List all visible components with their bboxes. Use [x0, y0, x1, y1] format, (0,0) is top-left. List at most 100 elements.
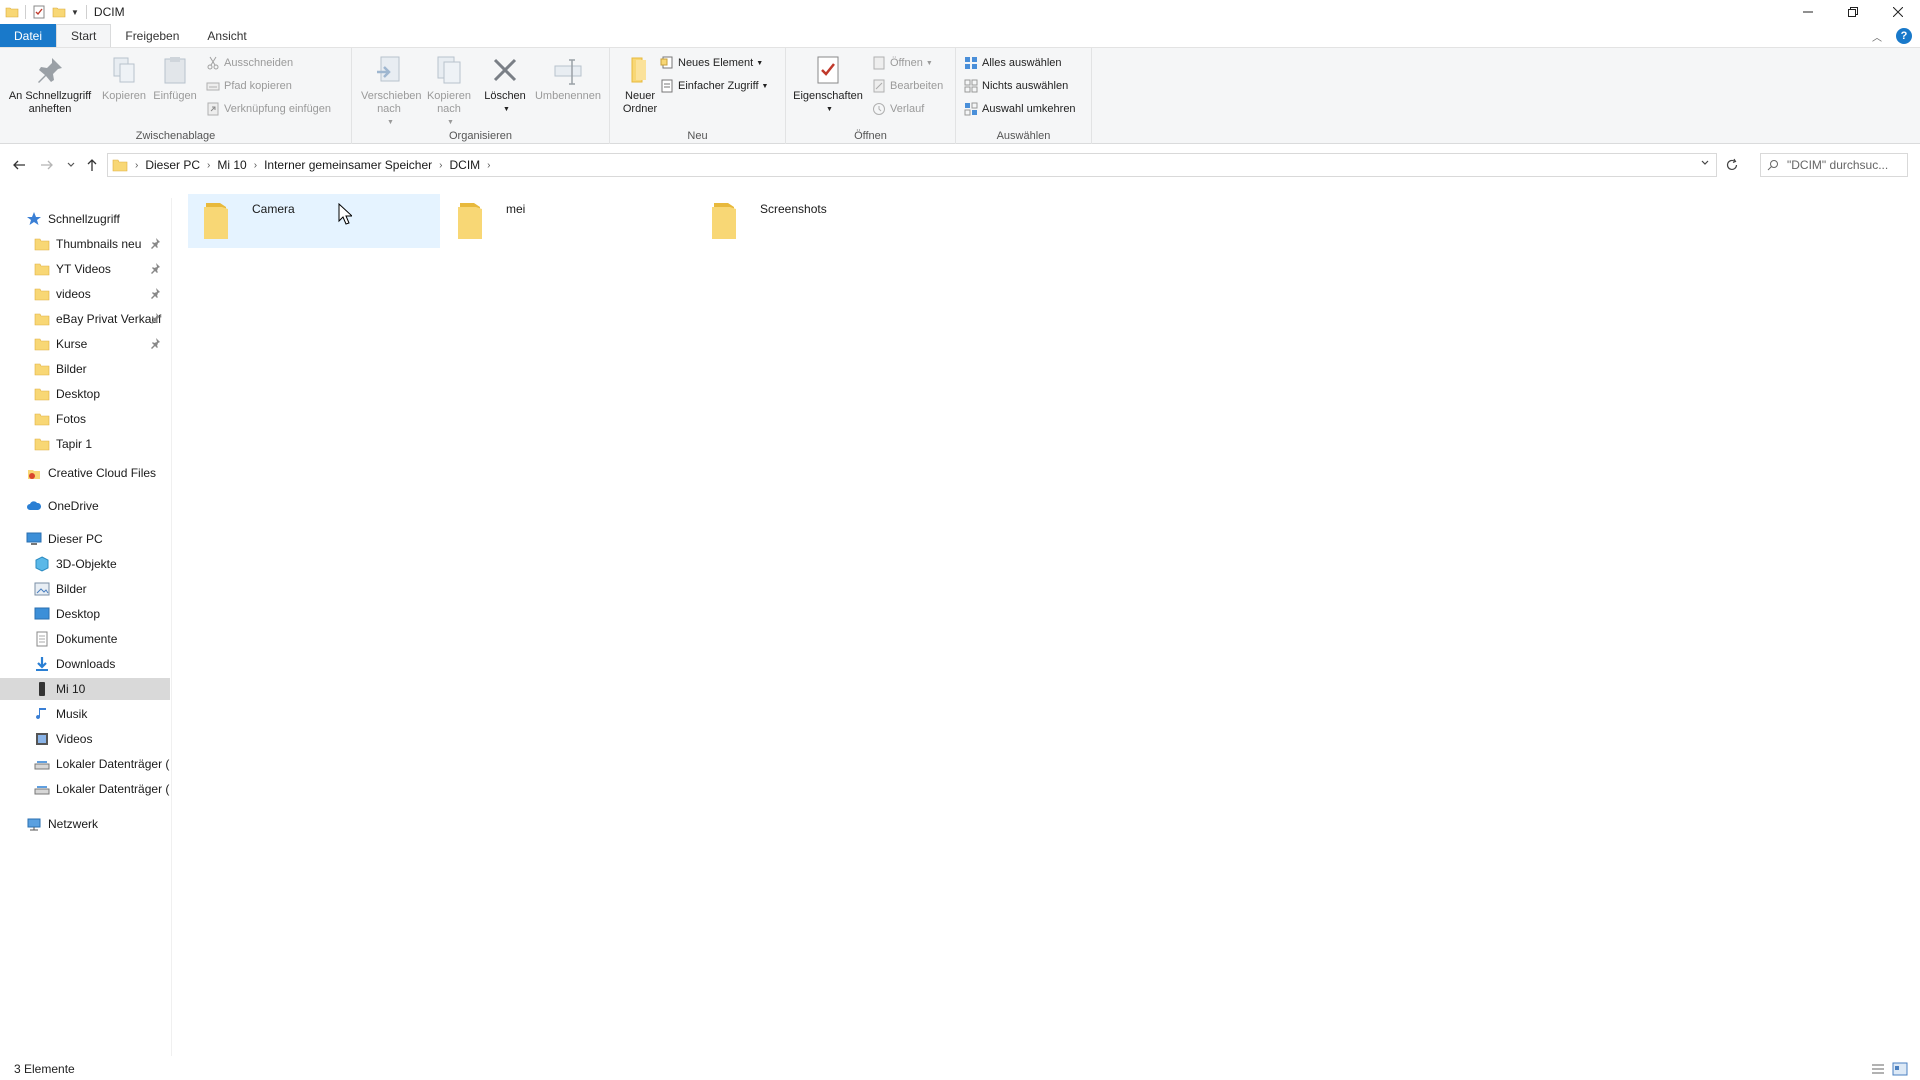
close-button[interactable]: [1875, 0, 1920, 24]
properties-button[interactable]: Eigenschaften ▼: [790, 54, 866, 116]
delete-button[interactable]: Löschen ▼: [482, 54, 528, 116]
nav-onedrive[interactable]: OneDrive: [0, 495, 170, 517]
nav-quick-item[interactable]: videos: [0, 283, 170, 305]
nav-pc-item[interactable]: 3D-Objekte: [0, 553, 170, 575]
pin-icon[interactable]: [150, 337, 162, 351]
paste-button[interactable]: Einfügen: [150, 54, 200, 103]
copy-to-button[interactable]: Kopieren nach ▼: [420, 54, 478, 129]
group-open: Eigenschaften ▼ Öffnen ▼ Bearbeiten Verl…: [786, 48, 956, 144]
move-to-button[interactable]: Verschieben nach ▼: [358, 54, 422, 129]
chevron-up-icon[interactable]: ︿: [1872, 29, 1882, 44]
nav-quick-item[interactable]: Bilder: [0, 358, 170, 380]
window-controls: [1785, 0, 1920, 24]
nav-pc-item[interactable]: Dokumente: [0, 628, 170, 650]
pin-quick-access-button[interactable]: An Schnellzugriff anheften: [6, 54, 94, 116]
history-icon: [873, 103, 885, 115]
copy-to-icon: [437, 56, 461, 84]
network-icon: [27, 818, 41, 831]
refresh-button[interactable]: [1720, 153, 1744, 177]
breadcrumb-dcim[interactable]: DCIM: [450, 158, 481, 172]
customize-toolbar-dropdown[interactable]: ▼: [71, 8, 79, 17]
nav-quick-item[interactable]: Desktop: [0, 383, 170, 405]
breadcrumb-dieser-pc[interactable]: Dieser PC: [145, 158, 200, 172]
copy-path-icon: [206, 82, 220, 91]
breadcrumb-internal-storage[interactable]: Interner gemeinsamer Speicher: [264, 158, 432, 172]
rename-button[interactable]: Umbenennen: [532, 54, 604, 103]
tab-start[interactable]: Start: [56, 24, 112, 47]
select-all-button[interactable]: Alles auswählen: [964, 54, 1062, 72]
pin-icon[interactable]: [150, 287, 162, 301]
nav-quick-item[interactable]: Kurse: [0, 333, 170, 355]
nav-pc-item[interactable]: Bilder: [0, 578, 170, 600]
cut-button[interactable]: Ausschneiden: [206, 54, 293, 72]
tab-datei[interactable]: Datei: [0, 24, 57, 47]
details-view-icon[interactable]: [1870, 1061, 1886, 1077]
nav-pc-item[interactable]: Lokaler Datenträger (C: [0, 753, 170, 775]
folder-tile-mei[interactable]: mei: [442, 194, 694, 248]
nav-quick-item[interactable]: YT Videos: [0, 258, 170, 280]
paste-shortcut-button[interactable]: Verknüpfung einfügen: [206, 100, 331, 118]
history-button[interactable]: Verlauf: [872, 100, 924, 118]
group-label-open: Öffnen: [854, 130, 887, 142]
nav-pc-item[interactable]: Lokaler Datenträger (D: [0, 778, 170, 800]
breadcrumb-separator-icon[interactable]: ›: [135, 160, 138, 171]
new-folder-icon[interactable]: [52, 5, 66, 19]
window-title: DCIM: [93, 5, 125, 19]
breadcrumb-mi-10[interactable]: Mi 10: [217, 158, 246, 172]
chevron-down-icon: [67, 162, 75, 167]
open-button[interactable]: Öffnen ▼: [872, 54, 933, 72]
arrow-up-icon: [87, 159, 97, 171]
folder-tile-screenshots[interactable]: Screenshots: [696, 194, 948, 248]
easy-access-button[interactable]: Einfacher Zugriff ▼: [660, 77, 768, 95]
toolbar-separator: [85, 5, 87, 19]
nav-quick-item[interactable]: eBay Privat Verkauf: [0, 308, 170, 330]
address-history-dropdown[interactable]: [1700, 158, 1710, 171]
tab-ansicht[interactable]: Ansicht: [193, 24, 260, 47]
breadcrumb-separator-icon[interactable]: ›: [487, 160, 490, 171]
pin-icon[interactable]: [150, 262, 162, 276]
breadcrumb-separator-icon[interactable]: ›: [439, 160, 442, 171]
nav-pc-item[interactable]: Musik: [0, 703, 170, 725]
properties-check-icon[interactable]: [32, 5, 46, 19]
nav-quick-item[interactable]: Fotos: [0, 408, 170, 430]
forward-button[interactable]: [37, 155, 57, 175]
folder-tile-camera[interactable]: Camera: [188, 194, 440, 248]
invert-selection-button[interactable]: Auswahl umkehren: [964, 100, 1076, 118]
restore-button[interactable]: [1830, 0, 1875, 24]
copy-button[interactable]: Kopieren: [100, 54, 148, 103]
group-select: Alles auswählen Nichts auswählen Auswahl…: [956, 48, 1092, 144]
help-icon[interactable]: ?: [1896, 28, 1912, 44]
pin-icon[interactable]: [150, 312, 162, 326]
pin-icon[interactable]: [150, 237, 162, 251]
breadcrumb-separator-icon[interactable]: ›: [254, 160, 257, 171]
nav-pc-item[interactable]: Desktop: [0, 603, 170, 625]
nav-pc-item[interactable]: Mi 10: [0, 678, 170, 700]
tab-freigeben[interactable]: Freigeben: [111, 24, 193, 47]
nav-quick-item[interactable]: Thumbnails neu: [0, 233, 170, 255]
edit-button[interactable]: Bearbeiten: [872, 77, 943, 95]
nav-creative-cloud[interactable]: Creative Cloud Files: [0, 462, 170, 484]
tiles-view-icon[interactable]: [1892, 1061, 1908, 1077]
nav-pc-item[interactable]: Downloads: [0, 653, 170, 675]
recent-locations-button[interactable]: [61, 155, 81, 175]
nav-pc-item[interactable]: Videos: [0, 728, 170, 750]
copy-path-button[interactable]: Pfad kopieren: [206, 77, 292, 95]
item-count: 3 Elemente: [14, 1062, 75, 1076]
new-item-button[interactable]: Neues Element ▼: [660, 54, 763, 72]
nav-network[interactable]: Netzwerk: [0, 813, 170, 835]
folder-icon: [112, 159, 128, 172]
up-button[interactable]: [82, 155, 102, 175]
new-folder-button[interactable]: Neuer Ordner: [616, 54, 664, 116]
nav-this-pc[interactable]: Dieser PC: [0, 528, 170, 550]
back-button[interactable]: [9, 155, 29, 175]
folder-icon: [34, 438, 50, 451]
address-bar[interactable]: › Dieser PC › Mi 10 › Interner gemeinsam…: [107, 153, 1717, 177]
nav-quick-item[interactable]: Tapir 1: [0, 433, 170, 455]
search-input[interactable]: "DCIM" durchsuc...: [1760, 153, 1908, 177]
minimize-button[interactable]: [1785, 0, 1830, 24]
breadcrumb-separator-icon[interactable]: ›: [207, 160, 210, 171]
select-none-button[interactable]: Nichts auswählen: [964, 77, 1068, 95]
close-icon: [1892, 7, 1903, 17]
nav-quick-access[interactable]: Schnellzugriff: [0, 208, 170, 230]
group-label-new: Neu: [687, 130, 708, 142]
